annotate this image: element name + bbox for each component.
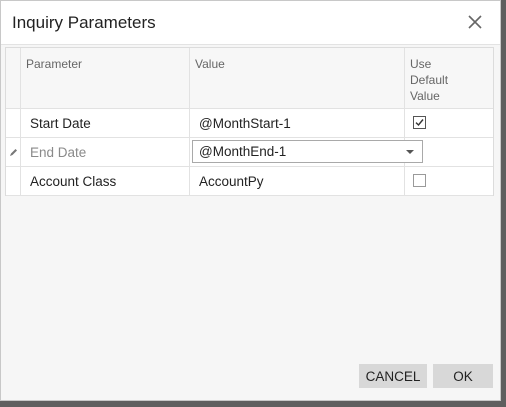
row-selector[interactable]	[6, 109, 21, 137]
cancel-button[interactable]: CANCEL	[359, 364, 427, 388]
grid-header-row: Parameter Value Use Default Value	[6, 48, 493, 109]
parameter-name: Account Class	[30, 174, 117, 189]
column-header-label: Value	[195, 57, 225, 71]
parameter-cell: Account Class	[21, 167, 190, 195]
parameter-name: Start Date	[30, 116, 91, 131]
parameter-cell: Start Date	[21, 109, 190, 137]
close-button[interactable]	[464, 11, 486, 33]
dropdown-selected-value: @MonthEnd-1	[199, 144, 287, 159]
use-default-checkbox[interactable]	[413, 174, 426, 187]
column-header-parameter[interactable]: Parameter	[21, 48, 190, 108]
parameters-grid: Parameter Value Use Default Value Start …	[5, 47, 494, 196]
row-selector[interactable]	[6, 138, 21, 166]
dialog-header: Inquiry Parameters	[1, 1, 500, 45]
table-row[interactable]: End Date @MonthEnd-1	[6, 138, 493, 167]
parameter-cell: End Date	[21, 138, 190, 166]
value-cell[interactable]: @MonthStart-1	[190, 109, 405, 137]
row-selector[interactable]	[6, 167, 21, 195]
inquiry-parameters-dialog: Inquiry Parameters Parameter Value Use D…	[0, 0, 501, 401]
value-cell[interactable]: @MonthEnd-1	[190, 138, 423, 166]
pencil-icon	[10, 149, 17, 156]
backdrop	[0, 401, 506, 407]
value-cell[interactable]: AccountPy	[190, 167, 405, 195]
use-default-cell	[405, 109, 493, 137]
parameter-value: @MonthStart-1	[199, 116, 291, 131]
parameter-value: AccountPy	[199, 174, 264, 189]
ok-button[interactable]: OK	[433, 364, 493, 388]
dialog-title: Inquiry Parameters	[12, 13, 156, 32]
use-default-cell	[405, 138, 493, 166]
column-header-label: Parameter	[26, 57, 83, 71]
column-header-value[interactable]: Value	[190, 48, 405, 108]
row-selector-header	[6, 48, 21, 108]
table-row[interactable]: Account Class AccountPy	[6, 167, 493, 196]
column-header-label: Use Default Value	[410, 57, 449, 103]
use-default-checkbox[interactable]	[413, 116, 426, 129]
checkmark-icon	[415, 119, 424, 127]
value-dropdown[interactable]: @MonthEnd-1	[192, 140, 423, 163]
close-icon	[468, 15, 482, 29]
use-default-cell	[405, 167, 493, 195]
column-header-use-default[interactable]: Use Default Value	[405, 48, 493, 108]
backdrop	[501, 0, 506, 407]
table-row[interactable]: Start Date @MonthStart-1	[6, 109, 493, 138]
parameter-name: End Date	[30, 145, 87, 160]
